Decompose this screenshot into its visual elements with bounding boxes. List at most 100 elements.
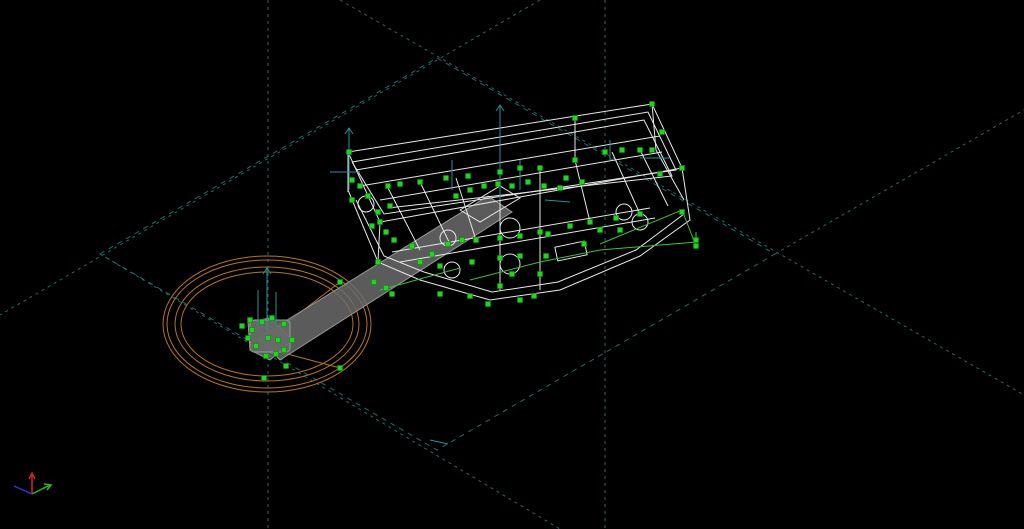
vertex-handle[interactable] — [649, 101, 655, 107]
vertex-handle[interactable] — [369, 223, 375, 229]
vertex-handle[interactable] — [563, 175, 569, 181]
vertex-handle[interactable] — [245, 335, 251, 341]
vertex-handle[interactable] — [281, 347, 287, 353]
vertex-handle[interactable] — [517, 165, 523, 171]
vertex-handle[interactable] — [509, 183, 515, 189]
vertex-handle[interactable] — [409, 243, 415, 249]
vertex-handle[interactable] — [543, 253, 549, 259]
vertex-handle[interactable] — [619, 147, 625, 153]
vertex-handle[interactable] — [437, 291, 443, 297]
vertex-handle[interactable] — [537, 229, 543, 235]
vertex-handle[interactable] — [602, 149, 608, 155]
vertex-handle[interactable] — [289, 337, 295, 343]
vertex-handle[interactable] — [617, 227, 623, 233]
vertex-handle[interactable] — [581, 241, 587, 247]
vertex-handle[interactable] — [346, 149, 352, 155]
vertex-handle[interactable] — [375, 209, 381, 215]
vertex-handle[interactable] — [443, 175, 449, 181]
vertex-handle[interactable] — [537, 165, 543, 171]
vertex-handle[interactable] — [649, 147, 655, 153]
vertex-handle[interactable] — [481, 183, 487, 189]
vertex-handle[interactable] — [453, 193, 459, 199]
vertex-handle[interactable] — [249, 327, 255, 333]
vertex-handle[interactable] — [572, 115, 578, 121]
vertex-handle[interactable] — [525, 179, 531, 185]
vertex-handle[interactable] — [349, 177, 355, 183]
vertex-handle[interactable] — [541, 183, 547, 189]
vertex-handle[interactable] — [437, 263, 443, 269]
vertex-handle[interactable] — [509, 271, 515, 277]
vertex-handle[interactable] — [531, 293, 537, 299]
vertex-handle[interactable] — [385, 183, 391, 189]
vertex-handle[interactable] — [349, 197, 355, 203]
vertex-handle[interactable] — [397, 181, 403, 187]
vertex-handle[interactable] — [281, 321, 287, 327]
vertex-handle[interactable] — [469, 259, 475, 265]
vertex-handle[interactable] — [679, 209, 685, 215]
vertex-handle[interactable] — [497, 283, 503, 289]
vertex-handle[interactable] — [495, 181, 501, 187]
vertex-handle[interactable] — [265, 335, 271, 341]
vertex-handle[interactable] — [445, 241, 451, 247]
transform-gizmos[interactable] — [257, 104, 670, 445]
vertex-handle[interactable] — [567, 223, 573, 229]
vertex-handle[interactable] — [417, 259, 423, 265]
axis-z-icon — [13, 485, 33, 495]
vertex-handle[interactable] — [693, 243, 699, 249]
vertex-handle[interactable] — [679, 165, 685, 171]
vertex-handle[interactable] — [497, 235, 503, 241]
vertex-handle[interactable] — [357, 183, 363, 189]
vertex-handle[interactable] — [579, 179, 585, 185]
vertex-handle[interactable] — [637, 147, 643, 153]
vertex-handle[interactable] — [387, 203, 393, 209]
vertex-handle[interactable] — [337, 365, 343, 371]
vertex-handle[interactable] — [247, 317, 253, 323]
vertex-handle[interactable] — [365, 193, 371, 199]
vertex-handle[interactable] — [263, 353, 269, 359]
vertex-handle[interactable] — [537, 271, 543, 277]
vertex-handle[interactable] — [467, 187, 473, 193]
vertex-handle[interactable] — [693, 237, 699, 243]
vertex-handle[interactable] — [429, 251, 435, 257]
vertex-handle[interactable] — [417, 179, 423, 185]
vertex-handle[interactable] — [497, 255, 503, 261]
vertex-handle[interactable] — [517, 253, 523, 259]
vertex-handle[interactable] — [597, 227, 603, 233]
vertex-handle[interactable] — [517, 297, 523, 303]
vertex-handle[interactable] — [273, 351, 279, 357]
vertex-handle[interactable] — [557, 185, 563, 191]
vertex-handle[interactable] — [283, 363, 289, 369]
vertex-handle[interactable] — [389, 291, 395, 297]
vertex-handle[interactable] — [545, 231, 551, 237]
vertex-handle[interactable] — [473, 237, 479, 243]
ground-grid — [0, 0, 1024, 529]
vertex-handle[interactable] — [259, 319, 265, 325]
vertex-handle[interactable] — [261, 375, 267, 381]
vertex-handle[interactable] — [383, 229, 389, 235]
vertex-handle[interactable] — [467, 293, 473, 299]
vertex-handle[interactable] — [391, 237, 397, 243]
vertex-handle[interactable] — [275, 337, 281, 343]
vertex-handle[interactable] — [377, 219, 383, 225]
vertex-handle[interactable] — [239, 323, 245, 329]
vertex-handle[interactable] — [657, 171, 663, 177]
vertex-handle[interactable] — [269, 315, 275, 321]
vertex-handle[interactable] — [497, 169, 503, 175]
vertex-handle[interactable] — [517, 233, 523, 239]
vertex-handle[interactable] — [587, 219, 593, 225]
vertex-handle[interactable] — [465, 173, 471, 179]
axis-indicator — [13, 471, 53, 495]
3d-viewport[interactable] — [0, 0, 1024, 529]
vertex-handle[interactable] — [572, 157, 578, 163]
vertex-handle[interactable] — [337, 279, 343, 285]
vertex-handle[interactable] — [371, 279, 377, 285]
scene-canvas[interactable] — [0, 0, 1024, 529]
vertex-handle[interactable] — [613, 215, 619, 221]
vertex-handle[interactable] — [459, 237, 465, 243]
vertex-handle[interactable] — [485, 301, 491, 307]
vertex-handle[interactable] — [659, 129, 665, 135]
vertex-handle[interactable] — [637, 211, 643, 217]
vertex-handle[interactable] — [375, 259, 381, 265]
vertex-handle[interactable] — [383, 285, 389, 291]
vertex-handle[interactable] — [253, 343, 259, 349]
